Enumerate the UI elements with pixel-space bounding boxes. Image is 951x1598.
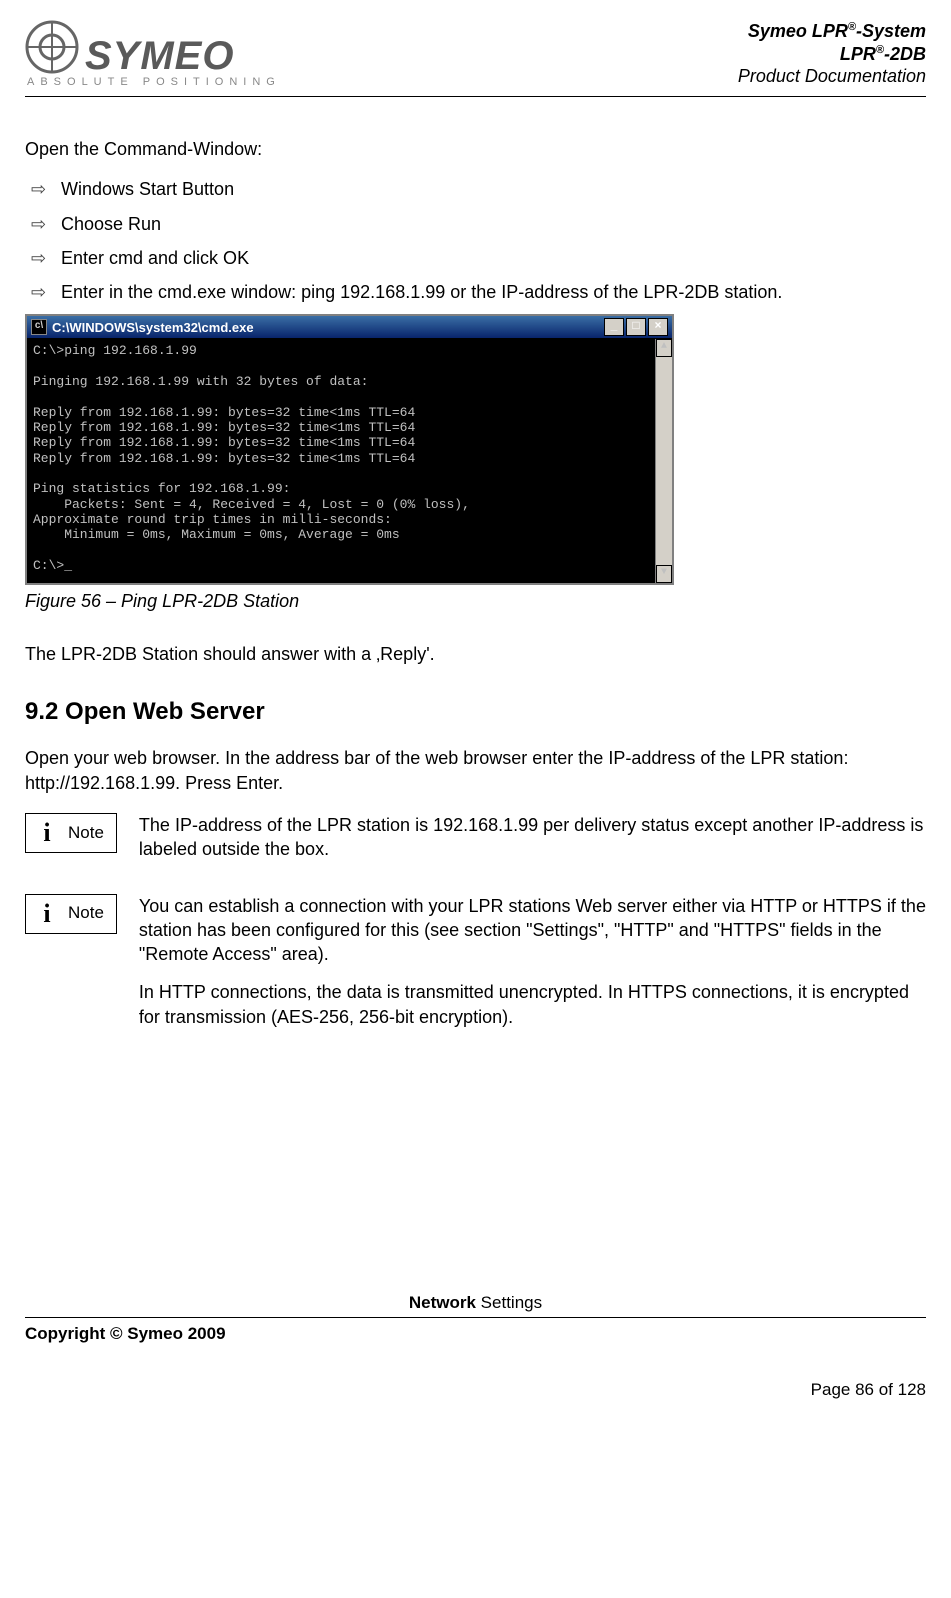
note-block: i Note You can establish a connection wi… [25, 894, 926, 1043]
cmd-output: C:\>ping 192.168.1.99 Pinging 192.168.1.… [33, 343, 470, 573]
window-controls: _ □ × [604, 318, 668, 336]
info-icon: i [38, 815, 56, 850]
arrow-icon: ⇨ [31, 246, 49, 270]
bullet-text: Enter cmd and click OK [61, 246, 249, 270]
section-para: Open your web browser. In the address ba… [25, 746, 926, 795]
note-badge: i Note [25, 813, 117, 853]
cmd-title: C:\WINDOWS\system32\cmd.exe [52, 319, 254, 337]
page-header: SYMEO ABSOLUTE POSITIONING Symeo LPR®-Sy… [25, 20, 926, 97]
section-heading: 9.2 Open Web Server [25, 696, 926, 728]
note-para: In HTTP connections, the data is transmi… [139, 980, 926, 1029]
bullet-item: ⇨ Enter in the cmd.exe window: ping 192.… [31, 280, 926, 304]
title-line1-post: -System [856, 21, 926, 41]
cmd-body: C:\>ping 192.168.1.99 Pinging 192.168.1.… [27, 339, 672, 583]
close-button[interactable]: × [648, 318, 668, 336]
note-label: Note [68, 902, 104, 925]
bullet-text: Enter in the cmd.exe window: ping 192.16… [61, 280, 782, 304]
logo-text: SYMEO [85, 38, 234, 74]
title-line1-pre: Symeo LPR [748, 21, 848, 41]
note-block: i Note The IP-address of the LPR station… [25, 813, 926, 876]
bullet-list: ⇨ Windows Start Button ⇨ Choose Run ⇨ En… [31, 177, 926, 304]
footer-section: Network Settings [25, 1293, 926, 1318]
bullet-text: Windows Start Button [61, 177, 234, 201]
reply-para: The LPR-2DB Station should answer with a… [25, 642, 926, 666]
cmd-window: c\ C:\WINDOWS\system32\cmd.exe _ □ × C:\… [25, 314, 674, 585]
figure-caption: Figure 56 – Ping LPR-2DB Station [25, 589, 926, 613]
logo-icon [25, 20, 79, 74]
info-icon: i [38, 896, 56, 931]
intro-para: Open the Command-Window: [25, 137, 926, 161]
cmd-scrollbar[interactable]: ▲▼ [655, 339, 672, 583]
page-footer: Network Settings Copyright © Symeo 2009 … [25, 1293, 926, 1400]
note-label: Note [68, 822, 104, 845]
title-line3: Product Documentation [738, 65, 926, 88]
bullet-item: ⇨ Windows Start Button [31, 177, 926, 201]
footer-page-number: Page 86 of 128 [25, 1380, 926, 1400]
logo-block: SYMEO ABSOLUTE POSITIONING [25, 20, 281, 88]
doc-title: Symeo LPR®-System LPR®-2DB Product Docum… [738, 20, 926, 88]
bullet-item: ⇨ Choose Run [31, 212, 926, 236]
note-para: You can establish a connection with your… [139, 894, 926, 967]
bullet-item: ⇨ Enter cmd and click OK [31, 246, 926, 270]
page-content: Open the Command-Window: ⇨ Windows Start… [25, 137, 926, 1043]
logo-tagline: ABSOLUTE POSITIONING [27, 76, 281, 88]
title-line2-pre: LPR [840, 44, 876, 64]
title-line2-sup: ® [876, 44, 884, 56]
footer-copyright: Copyright © Symeo 2009 [25, 1324, 926, 1344]
cmd-app-icon: c\ [31, 319, 47, 335]
bullet-text: Choose Run [61, 212, 161, 236]
arrow-icon: ⇨ [31, 212, 49, 236]
arrow-icon: ⇨ [31, 177, 49, 201]
arrow-icon: ⇨ [31, 280, 49, 304]
title-line2-post: -2DB [884, 44, 926, 64]
footer-section-rest: Settings [476, 1293, 542, 1312]
maximize-button[interactable]: □ [626, 318, 646, 336]
title-line1-sup: ® [848, 21, 856, 33]
minimize-button[interactable]: _ [604, 318, 624, 336]
scroll-up-icon[interactable]: ▲ [656, 339, 672, 357]
scroll-down-icon[interactable]: ▼ [656, 565, 672, 583]
footer-section-bold: Network [409, 1293, 476, 1312]
note-badge: i Note [25, 894, 117, 934]
note-text: You can establish a connection with your… [139, 894, 926, 1043]
note-text: The IP-address of the LPR station is 192… [139, 813, 926, 876]
note-para: The IP-address of the LPR station is 192… [139, 813, 926, 862]
cmd-titlebar: c\ C:\WINDOWS\system32\cmd.exe _ □ × [27, 316, 672, 339]
